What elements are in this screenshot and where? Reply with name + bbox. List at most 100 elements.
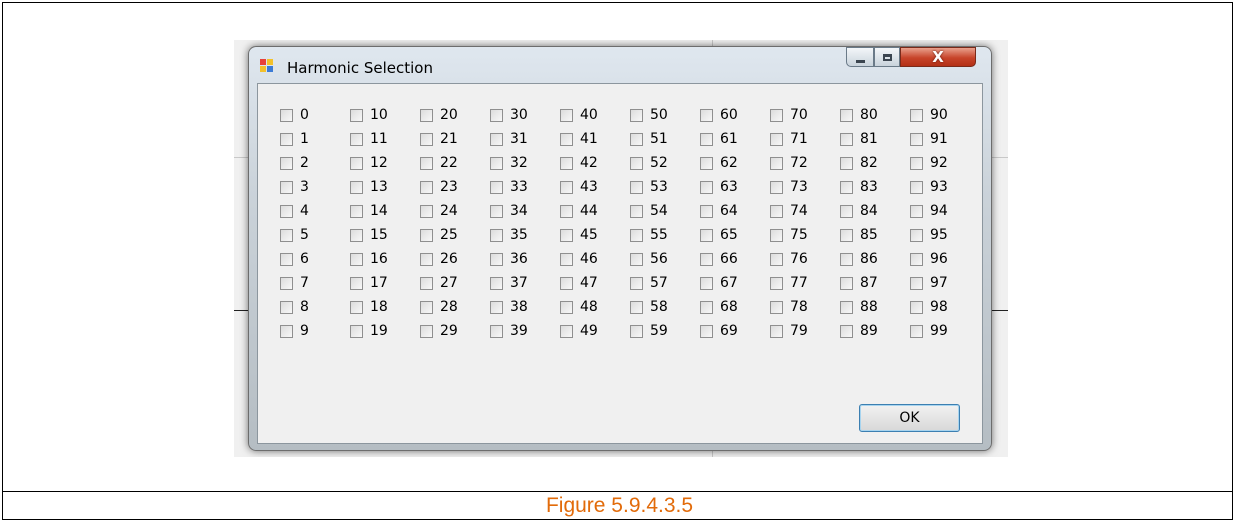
checkbox[interactable] xyxy=(560,324,573,338)
checkbox[interactable] xyxy=(910,276,923,290)
checkbox[interactable] xyxy=(420,132,433,146)
checkbox[interactable] xyxy=(350,276,363,290)
harmonic-checkbox-item[interactable]: 74 xyxy=(770,199,840,223)
checkbox[interactable] xyxy=(350,204,363,218)
checkbox[interactable] xyxy=(770,204,783,218)
checkbox[interactable] xyxy=(280,252,293,266)
harmonic-checkbox-item[interactable]: 65 xyxy=(700,223,770,247)
checkbox[interactable] xyxy=(630,228,643,242)
checkbox[interactable] xyxy=(700,204,713,218)
checkbox[interactable] xyxy=(840,252,853,266)
checkbox[interactable] xyxy=(560,180,573,194)
harmonic-checkbox-item[interactable]: 30 xyxy=(490,103,560,127)
harmonic-checkbox-item[interactable]: 39 xyxy=(490,319,560,343)
harmonic-checkbox-item[interactable]: 13 xyxy=(350,175,420,199)
harmonic-checkbox-item[interactable]: 79 xyxy=(770,319,840,343)
checkbox[interactable] xyxy=(910,252,923,266)
checkbox[interactable] xyxy=(700,156,713,170)
harmonic-checkbox-item[interactable]: 47 xyxy=(560,271,630,295)
checkbox[interactable] xyxy=(420,276,433,290)
harmonic-checkbox-item[interactable]: 4 xyxy=(280,199,350,223)
harmonic-checkbox-item[interactable]: 68 xyxy=(700,295,770,319)
checkbox[interactable] xyxy=(560,156,573,170)
harmonic-checkbox-item[interactable]: 45 xyxy=(560,223,630,247)
checkbox[interactable] xyxy=(770,324,783,338)
checkbox[interactable] xyxy=(700,228,713,242)
harmonic-checkbox-item[interactable]: 87 xyxy=(840,271,910,295)
harmonic-checkbox-item[interactable]: 26 xyxy=(420,247,490,271)
harmonic-checkbox-item[interactable]: 63 xyxy=(700,175,770,199)
harmonic-checkbox-item[interactable]: 91 xyxy=(910,127,980,151)
harmonic-checkbox-item[interactable]: 21 xyxy=(420,127,490,151)
harmonic-checkbox-item[interactable]: 18 xyxy=(350,295,420,319)
harmonic-checkbox-item[interactable]: 38 xyxy=(490,295,560,319)
harmonic-checkbox-item[interactable]: 80 xyxy=(840,103,910,127)
harmonic-checkbox-item[interactable]: 29 xyxy=(420,319,490,343)
harmonic-checkbox-item[interactable]: 66 xyxy=(700,247,770,271)
checkbox[interactable] xyxy=(280,228,293,242)
checkbox[interactable] xyxy=(280,156,293,170)
harmonic-checkbox-item[interactable]: 25 xyxy=(420,223,490,247)
harmonic-checkbox-item[interactable]: 98 xyxy=(910,295,980,319)
harmonic-checkbox-item[interactable]: 9 xyxy=(280,319,350,343)
harmonic-checkbox-item[interactable]: 96 xyxy=(910,247,980,271)
harmonic-checkbox-item[interactable]: 71 xyxy=(770,127,840,151)
checkbox[interactable] xyxy=(350,324,363,338)
harmonic-checkbox-item[interactable]: 44 xyxy=(560,199,630,223)
checkbox[interactable] xyxy=(280,180,293,194)
checkbox[interactable] xyxy=(910,108,923,122)
checkbox[interactable] xyxy=(630,132,643,146)
checkbox[interactable] xyxy=(700,252,713,266)
harmonic-checkbox-item[interactable]: 82 xyxy=(840,151,910,175)
harmonic-checkbox-item[interactable]: 24 xyxy=(420,199,490,223)
harmonic-checkbox-item[interactable]: 92 xyxy=(910,151,980,175)
harmonic-checkbox-item[interactable]: 85 xyxy=(840,223,910,247)
harmonic-checkbox-item[interactable]: 72 xyxy=(770,151,840,175)
checkbox[interactable] xyxy=(910,228,923,242)
harmonic-checkbox-item[interactable]: 46 xyxy=(560,247,630,271)
harmonic-checkbox-item[interactable]: 37 xyxy=(490,271,560,295)
checkbox[interactable] xyxy=(840,108,853,122)
checkbox[interactable] xyxy=(280,204,293,218)
harmonic-checkbox-item[interactable]: 8 xyxy=(280,295,350,319)
checkbox[interactable] xyxy=(560,252,573,266)
checkbox[interactable] xyxy=(280,276,293,290)
harmonic-checkbox-item[interactable]: 20 xyxy=(420,103,490,127)
checkbox[interactable] xyxy=(910,300,923,314)
harmonic-checkbox-item[interactable]: 49 xyxy=(560,319,630,343)
checkbox[interactable] xyxy=(350,108,363,122)
checkbox[interactable] xyxy=(490,324,503,338)
checkbox[interactable] xyxy=(770,300,783,314)
checkbox[interactable] xyxy=(280,324,293,338)
harmonic-checkbox-item[interactable]: 0 xyxy=(280,103,350,127)
harmonic-checkbox-item[interactable]: 12 xyxy=(350,151,420,175)
checkbox[interactable] xyxy=(700,300,713,314)
checkbox[interactable] xyxy=(700,324,713,338)
harmonic-checkbox-item[interactable]: 81 xyxy=(840,127,910,151)
title-bar[interactable]: Harmonic Selection X xyxy=(249,47,991,83)
harmonic-checkbox-item[interactable]: 75 xyxy=(770,223,840,247)
checkbox[interactable] xyxy=(770,108,783,122)
harmonic-checkbox-item[interactable]: 51 xyxy=(630,127,700,151)
harmonic-checkbox-item[interactable]: 35 xyxy=(490,223,560,247)
harmonic-checkbox-item[interactable]: 78 xyxy=(770,295,840,319)
harmonic-checkbox-item[interactable]: 27 xyxy=(420,271,490,295)
checkbox[interactable] xyxy=(700,132,713,146)
checkbox[interactable] xyxy=(420,228,433,242)
checkbox[interactable] xyxy=(280,300,293,314)
harmonic-checkbox-item[interactable]: 41 xyxy=(560,127,630,151)
checkbox[interactable] xyxy=(280,132,293,146)
harmonic-checkbox-item[interactable]: 48 xyxy=(560,295,630,319)
checkbox[interactable] xyxy=(630,204,643,218)
harmonic-checkbox-item[interactable]: 62 xyxy=(700,151,770,175)
harmonic-checkbox-item[interactable]: 1 xyxy=(280,127,350,151)
checkbox[interactable] xyxy=(350,132,363,146)
checkbox[interactable] xyxy=(490,252,503,266)
checkbox[interactable] xyxy=(350,180,363,194)
checkbox[interactable] xyxy=(420,156,433,170)
harmonic-checkbox-item[interactable]: 42 xyxy=(560,151,630,175)
close-button[interactable]: X xyxy=(900,47,976,67)
harmonic-checkbox-item[interactable]: 83 xyxy=(840,175,910,199)
harmonic-checkbox-item[interactable]: 99 xyxy=(910,319,980,343)
checkbox[interactable] xyxy=(700,276,713,290)
